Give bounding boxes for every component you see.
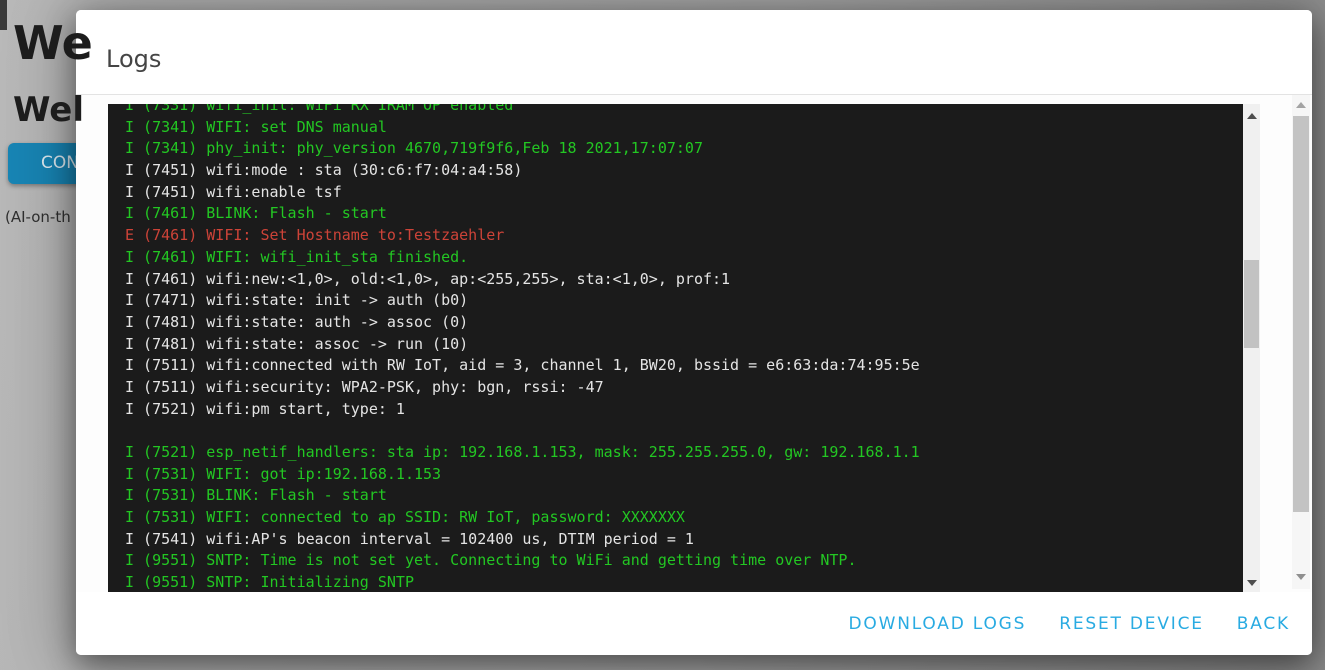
log-line: I (7331) wifi_init: WiFi RX IRAM OP enab…	[125, 104, 1238, 117]
log-line: I (7461) wifi:new:<1,0>, old:<1,0>, ap:<…	[125, 269, 1238, 291]
log-output[interactable]: I (7331) wifi_init: WiFi RX IRAM OP enab…	[108, 104, 1260, 592]
log-line: I (7511) wifi:security: WPA2-PSK, phy: b…	[125, 377, 1238, 399]
back-button[interactable]: BACK	[1237, 614, 1290, 634]
dialog-body: I (7331) wifi_init: WiFi RX IRAM OP enab…	[76, 95, 1312, 592]
log-line: I (7531) WIFI: got ip:192.168.1.153	[125, 464, 1238, 486]
log-line: I (7531) BLINK: Flash - start	[125, 485, 1238, 507]
log-scrollbar[interactable]	[1243, 104, 1260, 592]
log-line: E (7461) WIFI: Set Hostname to:Testzaehl…	[125, 225, 1238, 247]
dialog-header: Logs	[76, 10, 1312, 95]
page-heading: We	[13, 16, 92, 70]
log-line: I (7451) wifi:enable tsf	[125, 182, 1238, 204]
page-subheading: Wel	[13, 90, 84, 130]
log-line: I (7341) phy_init: phy_version 4670,719f…	[125, 138, 1238, 160]
scroll-up-icon[interactable]	[1247, 113, 1257, 119]
dialog-scrollbar[interactable]	[1292, 95, 1310, 589]
dialog-scrollbar-thumb[interactable]	[1293, 116, 1309, 512]
log-line: I (7511) wifi:connected with RW IoT, aid…	[125, 355, 1238, 377]
log-line: I (9551) SNTP: Initializing SNTP	[125, 572, 1238, 592]
log-line	[125, 420, 1238, 442]
log-line: I (9551) SNTP: Time is not set yet. Conn…	[125, 550, 1238, 572]
dialog-scroll-up-icon[interactable]	[1296, 102, 1306, 108]
dialog-title: Logs	[106, 45, 161, 73]
log-line: I (7521) wifi:pm start, type: 1	[125, 399, 1238, 421]
dialog-scroll-down-icon[interactable]	[1296, 574, 1306, 580]
log-lines: I (7331) wifi_init: WiFi RX IRAM OP enab…	[125, 104, 1238, 592]
log-scrollbar-thumb[interactable]	[1244, 260, 1259, 348]
log-line: I (7521) esp_netif_handlers: sta ip: 192…	[125, 442, 1238, 464]
log-line: I (7481) wifi:state: assoc -> run (10)	[125, 334, 1238, 356]
log-line: I (7541) wifi:AP's beacon interval = 102…	[125, 529, 1238, 551]
dialog-footer: DOWNLOAD LOGS RESET DEVICE BACK	[76, 592, 1312, 655]
download-logs-button[interactable]: DOWNLOAD LOGS	[849, 614, 1027, 634]
log-line: I (7461) WIFI: wifi_init_sta finished.	[125, 247, 1238, 269]
logs-dialog: Logs I (7331) wifi_init: WiFi RX IRAM OP…	[76, 10, 1312, 655]
log-line: I (7481) wifi:state: auth -> assoc (0)	[125, 312, 1238, 334]
log-line: I (7451) wifi:mode : sta (30:c6:f7:04:a4…	[125, 160, 1238, 182]
log-line: I (7461) BLINK: Flash - start	[125, 203, 1238, 225]
scroll-down-icon[interactable]	[1247, 580, 1257, 586]
page-edge-fragment	[0, 0, 7, 30]
log-line: I (7471) wifi:state: init -> auth (b0)	[125, 290, 1238, 312]
reset-device-button[interactable]: RESET DEVICE	[1059, 614, 1204, 634]
page-caption: (AI-on-th	[5, 208, 71, 226]
log-line: I (7341) WIFI: set DNS manual	[125, 117, 1238, 139]
log-line: I (7531) WIFI: connected to ap SSID: RW …	[125, 507, 1238, 529]
